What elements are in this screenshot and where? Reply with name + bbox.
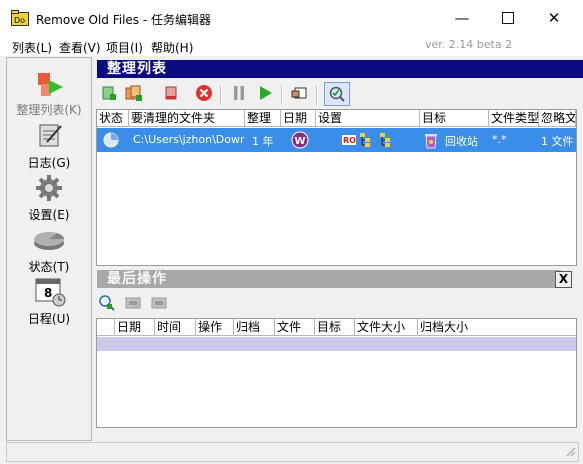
subfolders-icon bbox=[359, 132, 375, 151]
nav-log[interactable]: 日志(G) bbox=[7, 122, 91, 170]
status-bar bbox=[6, 442, 579, 462]
add-icon bbox=[102, 86, 116, 100]
minimize-button[interactable]: — bbox=[439, 0, 485, 36]
app-icon: Do bbox=[11, 10, 29, 26]
settings-gear-icon bbox=[35, 174, 63, 205]
cleanup-table[interactable]: 状态 要清理的文件夹 整理 日期 设置 目标 文件类型 忽略文 C:\Users… bbox=[96, 109, 577, 266]
readonly-icon: RO bbox=[342, 133, 356, 150]
svg-text:RO: RO bbox=[343, 136, 356, 145]
table-row[interactable]: C:\Users\jzhon\Downloads 1 年 W RO 回收站 *.… bbox=[97, 128, 576, 152]
nav-label-settings: 设置(E) bbox=[28, 208, 70, 222]
close-panel-label: X bbox=[558, 272, 569, 286]
nav-cleanup-list[interactable]: 整理列表(K) bbox=[7, 68, 91, 118]
col-settings[interactable]: 设置 bbox=[316, 110, 420, 127]
maximize-button[interactable] bbox=[485, 0, 531, 36]
version-label: ver. 2.14 beta 2 bbox=[425, 38, 513, 51]
col-op-file[interactable]: 文件 bbox=[275, 319, 315, 336]
run-button[interactable] bbox=[255, 83, 275, 103]
menu-project[interactable]: 项目(I) bbox=[106, 39, 143, 56]
calendar-icon: 8 bbox=[35, 276, 67, 311]
edit-icon bbox=[165, 86, 177, 100]
delete-icon bbox=[196, 85, 212, 101]
col-op-time[interactable]: 时间 bbox=[155, 319, 196, 336]
export-log-button[interactable] bbox=[123, 293, 143, 313]
date-mode-icon: W bbox=[291, 131, 309, 152]
view-log-button[interactable] bbox=[97, 293, 117, 313]
svg-text:Do: Do bbox=[14, 16, 25, 25]
nav-schedule[interactable]: 8 日程(U) bbox=[7, 276, 91, 326]
minimize-icon: — bbox=[454, 9, 470, 27]
col-date[interactable]: 日期 bbox=[281, 110, 316, 127]
target-cell: 回收站 bbox=[445, 135, 478, 148]
hand-icon bbox=[291, 87, 307, 99]
ignore-cell: 1 文件 bbox=[541, 135, 574, 148]
clear-icon bbox=[151, 297, 167, 309]
svg-text:8: 8 bbox=[44, 286, 52, 300]
col-ignore[interactable]: 忽略文 bbox=[539, 110, 576, 127]
col-op-filesize[interactable]: 文件大小 bbox=[355, 319, 418, 336]
play-icon bbox=[260, 86, 272, 100]
recycle-bin-icon bbox=[423, 131, 439, 152]
col-folder[interactable]: 要清理的文件夹 bbox=[129, 110, 245, 127]
log-notebook-icon bbox=[37, 122, 63, 151]
move-task-button[interactable] bbox=[290, 83, 310, 103]
col-cleanup[interactable]: 整理 bbox=[245, 110, 281, 127]
pause-button[interactable] bbox=[229, 83, 249, 103]
operations-toolbar bbox=[97, 293, 187, 313]
status-running-icon bbox=[103, 132, 119, 151]
folder-cell: C:\Users\jzhon\Downloads bbox=[133, 133, 244, 146]
copy-task-button[interactable] bbox=[124, 83, 144, 103]
maximize-icon bbox=[502, 12, 514, 24]
nav-label-log: 日志(G) bbox=[27, 156, 71, 170]
operations-panel-title: 最后操作 bbox=[97, 270, 561, 288]
col-op-target[interactable]: 目标 bbox=[315, 319, 355, 336]
search-preview-icon bbox=[329, 86, 345, 102]
export-icon bbox=[125, 297, 141, 309]
preview-button[interactable] bbox=[324, 82, 350, 106]
nav-label-status: 状态(T) bbox=[28, 260, 70, 274]
copy-icon bbox=[125, 85, 142, 101]
cleanup-panel-title: 整理列表 bbox=[97, 60, 583, 78]
cleanup-toolbar bbox=[97, 82, 575, 107]
cleanup-list-icon bbox=[37, 72, 65, 103]
col-op-date[interactable]: 日期 bbox=[115, 319, 155, 336]
nav-label-cleanup: 整理列表(K) bbox=[16, 103, 82, 117]
delete-task-button[interactable] bbox=[194, 83, 214, 103]
col-target[interactable]: 目标 bbox=[420, 110, 489, 127]
nav-status[interactable]: 状态(T) bbox=[7, 226, 91, 274]
pause-icon bbox=[234, 86, 244, 100]
resize-grip-icon[interactable] bbox=[564, 445, 576, 460]
col-op-action[interactable]: 操作 bbox=[196, 319, 234, 336]
svg-text:W: W bbox=[295, 136, 306, 147]
menu-help[interactable]: 帮助(H) bbox=[151, 39, 193, 56]
menu-list[interactable]: 列表(L) bbox=[12, 39, 52, 56]
nav-settings[interactable]: 设置(E) bbox=[7, 174, 91, 222]
left-nav: 整理列表(K) 日志(G) 设置(E) 状态(T) 8 日程(U) bbox=[6, 57, 92, 441]
nav-label-schedule: 日程(U) bbox=[27, 312, 71, 326]
close-button[interactable]: ✕ bbox=[531, 0, 577, 36]
col-op-blank bbox=[97, 319, 115, 336]
magnifier-icon bbox=[99, 295, 115, 311]
status-disk-icon bbox=[33, 228, 65, 255]
folder-tree-icon bbox=[379, 132, 395, 151]
window-title: Remove Old Files - 任务编辑器 bbox=[36, 13, 212, 27]
col-op-archivesize[interactable]: 归档大小 bbox=[418, 319, 576, 336]
close-icon: ✕ bbox=[547, 9, 561, 27]
operations-table[interactable]: 日期 时间 操作 归档 文件 目标 文件大小 归档大小 bbox=[96, 318, 577, 428]
edit-task-button[interactable] bbox=[161, 83, 181, 103]
filetypes-cell: *.* bbox=[492, 133, 507, 146]
col-filetypes[interactable]: 文件类型 bbox=[489, 110, 539, 127]
close-panel-button[interactable]: X bbox=[555, 271, 572, 288]
add-task-button[interactable] bbox=[99, 83, 119, 103]
menu-view[interactable]: 查看(V) bbox=[59, 39, 101, 56]
clear-log-button[interactable] bbox=[149, 293, 169, 313]
cleanup-cell: 1 年 bbox=[252, 135, 274, 148]
col-status[interactable]: 状态 bbox=[97, 110, 129, 127]
col-op-archive[interactable]: 归档 bbox=[234, 319, 275, 336]
table-row[interactable] bbox=[97, 337, 576, 351]
